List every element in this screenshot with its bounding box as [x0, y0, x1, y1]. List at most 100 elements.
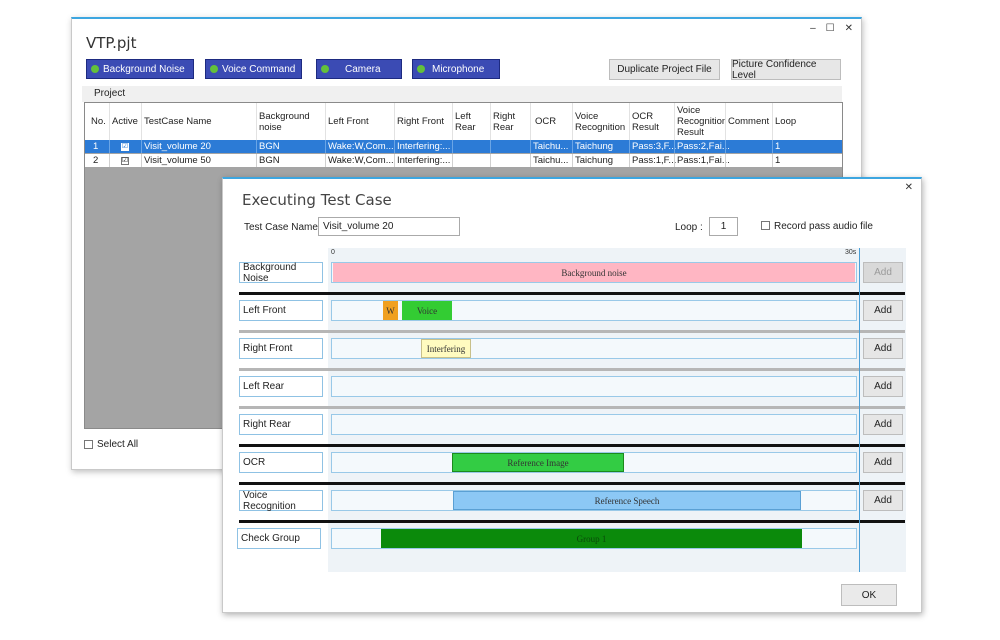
row-active-checkbox[interactable]: ☑ — [121, 154, 129, 167]
maximize-icon[interactable]: ☐ — [826, 23, 835, 34]
clip-interfering[interactable]: Interfering — [421, 339, 471, 358]
dialog-title: Executing Test Case — [242, 191, 392, 209]
picture-confidence-button[interactable]: Picture Confidence Level — [731, 59, 841, 81]
status-dot-icon — [417, 65, 425, 73]
cell-ocr: Taichu... — [533, 141, 569, 152]
background-noise-button[interactable]: Background Noise — [86, 59, 194, 79]
loop-input[interactable] — [709, 217, 738, 236]
window-controls: ‒ ☐ ✕ — [810, 23, 853, 34]
camera-label: Camera — [345, 63, 381, 75]
checkbox-icon: ☑ — [121, 156, 129, 165]
cell-left-front: Wake:W,Com... — [328, 141, 394, 152]
add-left-rear-button[interactable]: Add — [863, 376, 903, 397]
loop-label: Loop : — [675, 222, 703, 233]
executing-test-case-dialog: ✕ Executing Test Case Test Case Name : L… — [222, 177, 922, 613]
status-dot-icon — [210, 65, 218, 73]
background-noise-label: Background Noise — [103, 63, 185, 75]
cell-voice-recognition-result: Pass:1,Fai... — [677, 155, 730, 166]
clip-reference-speech[interactable]: Reference Speech — [453, 491, 801, 510]
add-right-front-button[interactable]: Add — [863, 338, 903, 359]
row-active-checkbox[interactable]: ☑ — [121, 140, 129, 153]
checkbox-icon: ☑ — [121, 142, 129, 151]
row-label-background-noise[interactable]: Background Noise — [239, 262, 323, 284]
testcase-name-input[interactable] — [318, 217, 460, 236]
cell-loop: 1 — [775, 141, 781, 152]
row-label-ocr[interactable]: OCR — [239, 452, 323, 473]
track-right-front[interactable]: Interfering — [331, 338, 857, 359]
ok-button[interactable]: OK — [841, 584, 897, 606]
minimize-icon[interactable]: ‒ — [810, 23, 816, 34]
checkbox-icon — [84, 440, 93, 449]
clip-wake[interactable]: W — [383, 301, 398, 320]
col-left-front[interactable]: Left Front — [328, 103, 390, 140]
cell-no: 1 — [93, 141, 99, 152]
col-testcase-name[interactable]: TestCase Name — [144, 103, 254, 140]
add-voice-recognition-button[interactable]: Add — [863, 490, 903, 511]
timeline-start-label: 0 — [331, 249, 335, 256]
col-active[interactable]: Active — [112, 103, 140, 140]
track-ocr[interactable]: Reference Image — [331, 452, 857, 473]
col-background-noise[interactable]: Background noise — [259, 103, 321, 140]
project-section-label: Project — [82, 86, 842, 102]
voice-command-button[interactable]: Voice Command — [205, 59, 302, 79]
status-dot-icon — [91, 65, 99, 73]
close-icon[interactable]: ✕ — [905, 182, 913, 193]
cell-right-front: Interfering:... — [397, 155, 451, 166]
col-comment[interactable]: Comment — [728, 103, 773, 140]
cell-voice-recognition: Taichung — [575, 155, 614, 166]
microphone-button[interactable]: Microphone — [412, 59, 500, 79]
track-background-noise[interactable]: Background noise — [331, 262, 857, 283]
col-ocr-result[interactable]: OCR Result — [632, 103, 674, 140]
add-background-noise-button[interactable]: Add — [863, 262, 903, 283]
col-ocr[interactable]: OCR — [535, 103, 569, 140]
cell-voice-recognition: Taichung — [575, 141, 614, 152]
duplicate-project-button[interactable]: Duplicate Project File — [609, 59, 720, 80]
status-dot-icon — [321, 65, 329, 73]
clip-voice[interactable]: Voice — [402, 301, 452, 320]
row-label-right-front[interactable]: Right Front — [239, 338, 323, 359]
timeline-area — [328, 248, 906, 572]
cell-no: 2 — [93, 155, 99, 166]
add-left-front-button[interactable]: Add — [863, 300, 903, 321]
track-right-rear[interactable] — [331, 414, 857, 435]
table-row[interactable]: 1 ☑ Visit_volume 20 BGN Wake:W,Com... In… — [85, 140, 842, 153]
close-icon[interactable]: ✕ — [845, 23, 853, 34]
track-check-group[interactable]: Group 1 — [331, 528, 857, 549]
record-pass-audio-label: Record pass audio file — [774, 221, 873, 232]
row-label-voice-recognition[interactable]: Voice Recognition — [239, 490, 323, 512]
track-left-rear[interactable] — [331, 376, 857, 397]
col-voice-recognition[interactable]: Voice Recognition — [575, 103, 629, 140]
track-left-front[interactable]: W Voice — [331, 300, 857, 321]
cell-ocr-result: Pass:1,F... — [632, 155, 677, 166]
camera-button[interactable]: Camera — [316, 59, 402, 79]
cell-ocr-result: Pass:3,F... — [632, 141, 677, 152]
add-ocr-button[interactable]: Add — [863, 452, 903, 473]
col-left-rear[interactable]: Left Rear — [455, 103, 489, 140]
track-voice-recognition[interactable]: Reference Speech — [331, 490, 857, 511]
col-voice-recognition-result[interactable]: Voice Recognition Result — [677, 103, 725, 140]
cell-name: Visit_volume 50 — [144, 155, 211, 166]
col-right-front[interactable]: Right Front — [397, 103, 453, 140]
cell-voice-recognition-result: Pass:2,Fai... — [677, 141, 730, 152]
row-label-left-rear[interactable]: Left Rear — [239, 376, 323, 397]
cell-left-front: Wake:W,Com... — [328, 155, 394, 166]
record-pass-audio-checkbox[interactable] — [761, 221, 770, 230]
row-label-right-rear[interactable]: Right Rear — [239, 414, 323, 435]
table-row[interactable]: 2 ☑ Visit_volume 50 BGN Wake:W,Com... In… — [85, 154, 842, 167]
cell-right-front: Interfering:... — [397, 141, 451, 152]
col-right-rear[interactable]: Right Rear — [493, 103, 527, 140]
clip-background-noise[interactable]: Background noise — [333, 263, 855, 282]
cell-ocr: Taichu... — [533, 155, 569, 166]
col-no[interactable]: No. — [91, 103, 109, 140]
select-all-checkbox[interactable]: Select All — [84, 439, 138, 450]
row-label-left-front[interactable]: Left Front — [239, 300, 323, 321]
col-loop[interactable]: Loop — [775, 103, 815, 140]
add-right-rear-button[interactable]: Add — [863, 414, 903, 435]
voice-command-label: Voice Command — [222, 63, 296, 75]
select-all-label: Select All — [97, 439, 139, 450]
playback-cursor[interactable] — [859, 248, 860, 572]
clip-reference-image[interactable]: Reference Image — [452, 453, 624, 472]
row-label-check-group[interactable]: Check Group — [237, 528, 321, 549]
timeline-end-label: 30s — [845, 249, 857, 256]
clip-group-1[interactable]: Group 1 — [381, 529, 802, 548]
